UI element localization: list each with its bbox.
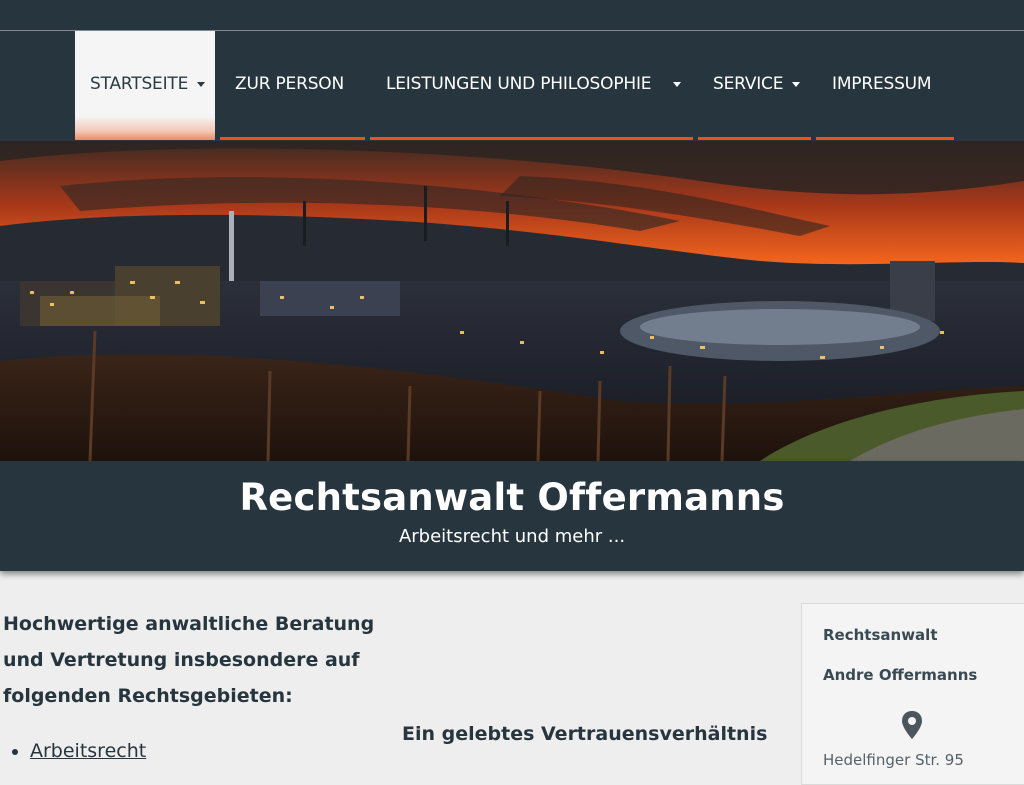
hero-image [0,141,1024,461]
nav-label-startseite: STARTSEITE [90,74,189,94]
nav-item-impressum[interactable]: IMPRESSUM [816,31,954,140]
contact-name: Andre Offermanns [823,666,978,684]
nav-item-zur-person[interactable]: ZUR PERSON [220,31,365,140]
list-item: Arbeitsrecht [30,740,146,762]
contact-sidebar: Rechtsanwalt Andre Offermanns Hedelfinge… [801,603,1024,785]
nav-label-leistungen: LEISTUNGEN UND PHILOSOPHIE [386,74,652,94]
nav-label-service: SERVICE [713,74,784,94]
main-navigation: STARTSEITE ZUR PERSON LEISTUNGEN UND PHI… [0,31,1024,141]
city-sunset-illustration [0,141,1024,461]
chevron-down-icon [673,82,681,87]
chevron-down-icon [197,82,205,87]
nav-item-startseite[interactable]: STARTSEITE [75,31,215,140]
link-arbeitsrecht[interactable]: Arbeitsrecht [30,740,146,762]
intro-heading: Hochwertige anwaltliche Beratung und Ver… [3,613,375,707]
map-pin-icon [902,711,922,739]
rechtsgebiete-list: Arbeitsrecht [7,740,146,762]
nav-item-service[interactable]: SERVICE [698,31,811,140]
nav-label-impressum: IMPRESSUM [832,74,932,94]
chevron-down-icon [792,82,800,87]
site-title: Rechtsanwalt Offermanns [239,476,785,519]
nav-label-zur-person: ZUR PERSON [235,74,344,94]
contact-title: Rechtsanwalt [823,626,938,644]
top-bar [0,0,1024,31]
nav-item-leistungen[interactable]: LEISTUNGEN UND PHILOSOPHIE [370,31,693,140]
site-subtitle: Arbeitsrecht und mehr ... [398,526,626,547]
trust-heading: Ein gelebtes Vertrauensverhältnis [402,723,768,745]
contact-address: Hedelfinger Str. 95 [823,751,964,769]
